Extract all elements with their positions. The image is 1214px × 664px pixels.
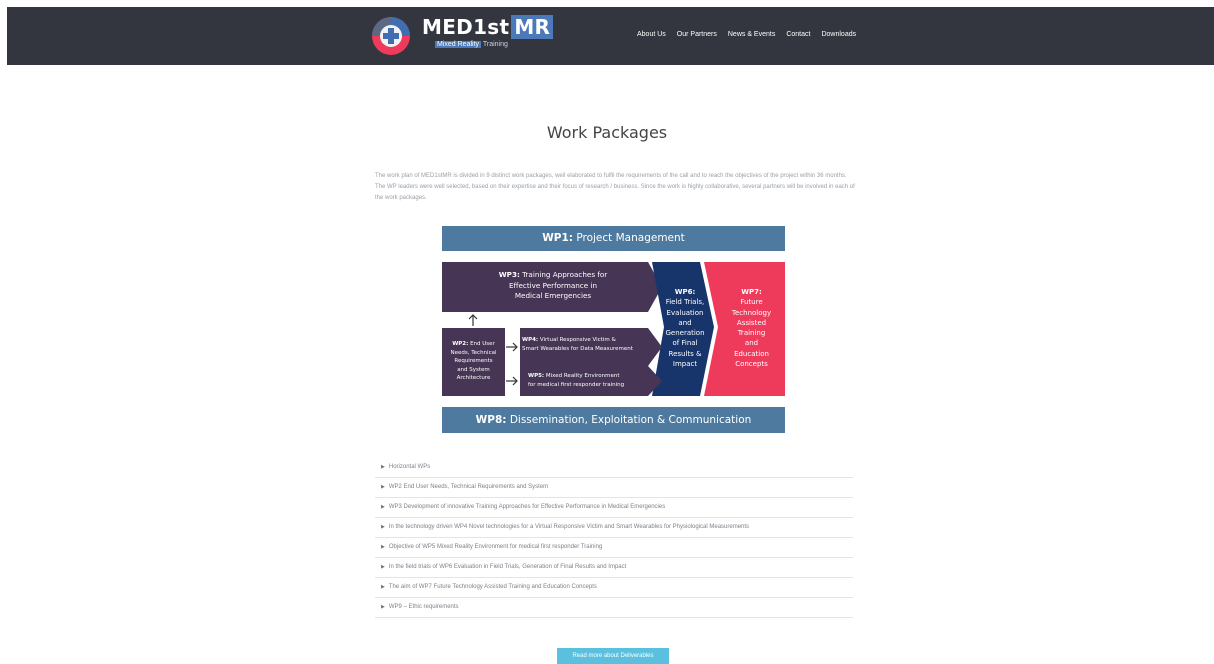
nav-news-events[interactable]: News & Events	[728, 31, 775, 38]
wp2-text-5: Architecture	[456, 375, 491, 382]
wp4-label: WP4: Virtual Responsive Victim & Smart W…	[522, 336, 652, 353]
accordion-item-horizontal-wps[interactable]: ▶ Horizontal WPs	[375, 458, 853, 478]
accordion-item-wp6[interactable]: ▶ In the field trials of WP6 Evaluation i…	[375, 558, 853, 578]
accordion-item-label: WP2 End User Needs, Technical Requiremen…	[388, 484, 549, 490]
wp5-label: WP5: Mixed Reality Environment for medic…	[528, 372, 648, 389]
nav-downloads[interactable]: Downloads	[821, 31, 856, 38]
wp5-code: WP5:	[528, 373, 545, 379]
accordion-item-label: In the technology driven WP4 Novel techn…	[388, 524, 750, 530]
accordion-item-label: Horizontal WPs	[388, 464, 431, 470]
wp8-bar: WP8: Dissemination, Exploitation & Commu…	[442, 407, 785, 433]
accordion-item-wp7[interactable]: ▶ The aim of WP7 Future Technology Assist…	[375, 578, 853, 598]
wp7-text-3: Assisted	[736, 318, 767, 327]
wp4-line-1: WP4: Virtual Responsive Victim &	[522, 336, 652, 345]
wp4-text-1: Virtual Responsive Victim &	[539, 337, 616, 343]
wp6-text-7: Impact	[672, 360, 698, 369]
wp7-text-2: Technology	[731, 308, 772, 317]
logo-name-highlight: MR	[511, 15, 554, 39]
wp5-text-2: for medical first responder training	[528, 381, 625, 388]
read-more-deliverables-button[interactable]: Read more about Deliverables	[557, 648, 669, 664]
wp3-text-2: Effective Performance in	[508, 280, 598, 290]
caret-right-icon: ▶	[381, 464, 385, 470]
accordion-item-wp4[interactable]: ▶ In the technology driven WP4 Novel tech…	[375, 518, 853, 538]
caret-right-icon: ▶	[381, 564, 385, 570]
wp2-code: WP2:	[452, 341, 469, 347]
wp6-label: WP6: Field Trials, Evaluation and Genera…	[658, 287, 712, 369]
wp3-label: WP3: Training Approaches for Effective P…	[462, 270, 644, 302]
accordion-item-wp2[interactable]: ▶ WP2 End User Needs, Technical Requireme…	[375, 478, 853, 498]
medical-cross-logo-icon	[372, 17, 410, 55]
wp3-text-1: Training Approaches for	[522, 270, 608, 279]
logo-name: MED1st	[422, 15, 510, 39]
wp2-line-1: WP2: End User	[442, 340, 505, 349]
logo-wordmark: MED1st MR	[422, 15, 554, 39]
wp7-code: WP7:	[741, 288, 762, 296]
arrow-right-icon	[506, 376, 518, 386]
wp3-code: WP3:	[498, 270, 520, 279]
nav-about-us[interactable]: About Us	[637, 31, 666, 38]
wp7-text-5: and	[744, 339, 759, 348]
accordion-item-wp5[interactable]: ▶ Objective of WP5 Mixed Reality Environm…	[375, 538, 853, 558]
logo-subtitle: Mixed Reality Training	[435, 41, 508, 48]
arrow-right-icon	[506, 342, 518, 352]
work-package-accordion: ▶ Horizontal WPs ▶ WP2 End User Needs, Tec…	[375, 458, 853, 618]
wp2-text-3: Requirements	[454, 358, 493, 365]
top-navbar	[7, 7, 1214, 65]
accordion-item-label: The aim of WP7 Future Technology Assiste…	[388, 584, 597, 590]
wp7-label: WP7: Future Technology Assisted Training…	[718, 287, 785, 369]
caret-right-icon: ▶	[381, 584, 385, 590]
wp2-text-1: End User	[470, 341, 495, 347]
wp2-text-4: and System	[457, 366, 490, 373]
accordion-item-label: WP3 Development of innovative Training A…	[388, 504, 666, 510]
work-packages-diagram: WP1: Project Management WP3: Training Ap…	[442, 226, 785, 433]
wp4-code: WP4:	[522, 337, 539, 343]
accordion-item-label: WP9 – Ethic requirements	[388, 604, 459, 610]
accordion-item-label: Objective of WP5 Mixed Reality Environme…	[388, 544, 603, 550]
caret-right-icon: ▶	[381, 544, 385, 550]
caret-right-icon: ▶	[381, 604, 385, 610]
page-title: Work Packages	[546, 123, 668, 142]
accordion-item-wp3[interactable]: ▶ WP3 Development of innovative Training …	[375, 498, 853, 518]
caret-right-icon: ▶	[381, 504, 385, 510]
wp6-text-1: Field Trials,	[665, 298, 705, 307]
wp2-label: WP2: End User Needs, Technical Requireme…	[442, 340, 505, 383]
wp5-text-1: Mixed Reality Environment	[545, 373, 620, 379]
logo-subtitle-text: Training	[482, 41, 508, 48]
nav-contact[interactable]: Contact	[786, 31, 810, 38]
wp3-line-1: WP3: Training Approaches for	[462, 270, 644, 281]
wp2-text-2: Needs, Technical	[450, 349, 497, 356]
wp8-code: WP8:	[475, 414, 507, 426]
main-nav: About Us Our Partners News & Events Cont…	[637, 31, 867, 38]
wp7-text-1: Future	[740, 298, 763, 307]
wp6-text-3: and	[678, 318, 692, 327]
logo-subtitle-highlight: Mixed Reality	[435, 41, 482, 48]
wp3-text-3: Medical Emergencies	[514, 291, 592, 300]
wp7-text-6: Education	[734, 349, 769, 358]
accordion-item-label: In the field trials of WP6 Evaluation in…	[388, 564, 627, 570]
caret-right-icon: ▶	[381, 484, 385, 490]
wp8-text: Dissemination, Exploitation & Communicat…	[509, 414, 752, 426]
intro-paragraph: The work plan of MED1stMR is divided in …	[375, 173, 855, 201]
nav-our-partners[interactable]: Our Partners	[677, 31, 717, 38]
wp6-text-2: Evaluation	[666, 308, 704, 317]
wp6-text-4: Generation	[665, 329, 705, 338]
wp5-line-1: WP5: Mixed Reality Environment	[528, 372, 648, 381]
wp6-text-5: of Final	[672, 339, 698, 348]
wp7-text-4: Training	[737, 329, 766, 338]
accordion-item-wp9[interactable]: ▶ WP9 – Ethic requirements	[375, 598, 853, 618]
wp6-text-6: Results &	[668, 349, 702, 358]
arrow-up-icon	[468, 314, 478, 326]
caret-right-icon: ▶	[381, 524, 385, 530]
wp6-code: WP6:	[674, 288, 696, 296]
wp7-text-7: Concepts	[735, 360, 768, 369]
wp4-text-2: Smart Wearables for Data Measurement	[522, 345, 633, 352]
